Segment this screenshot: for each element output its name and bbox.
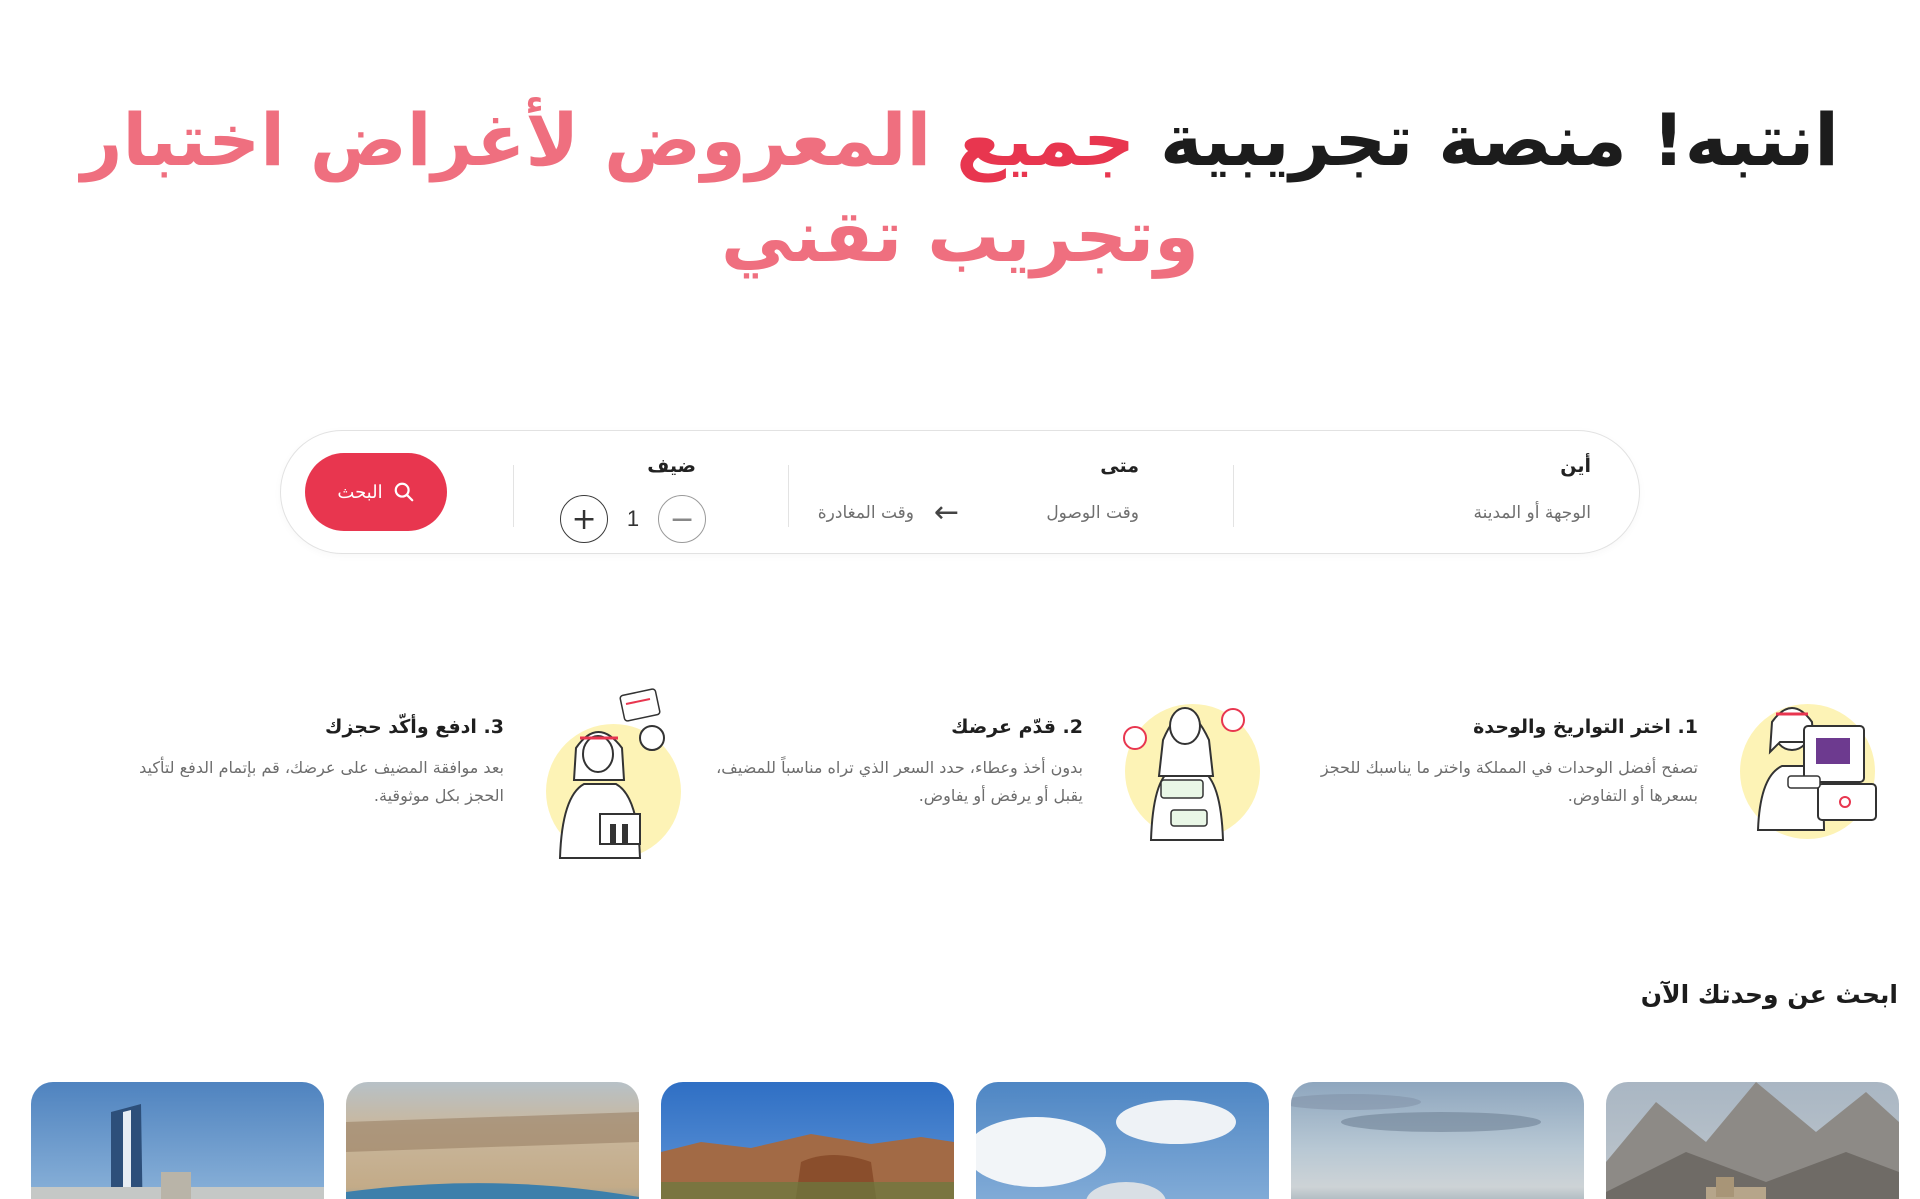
where-label: أين [1560,455,1591,477]
search-bar: أين الوجهة أو المدينة متى وقت الوصول ← و… [280,430,1640,554]
city-card[interactable] [661,1082,954,1199]
step-1-text: 1. اختر التواريخ والوحدة تصفح أفضل الوحد… [1298,716,1698,810]
arrival-time-input[interactable]: وقت الوصول [1046,503,1139,523]
step-make-offer: 2. قدّم عرضك بدون أخذ وعطاء، حدد السعر ا… [685,680,1265,880]
minus-icon: − [669,501,695,537]
divider [788,465,789,527]
step-2-description: بدون أخذ وعطاء، حدد السعر الذي تراه مناس… [716,758,1083,805]
guest-stepper: − 1 + [560,495,706,543]
city-card[interactable] [346,1082,639,1199]
step-3-title: 3. ادفع وأكّد حجزك [325,716,504,738]
step-2-title: 2. قدّم عرضك [951,716,1083,738]
search-button[interactable]: البحث [305,453,447,531]
step-3-text: 3. ادفع وأكّد حجزك بعد موافقة المضيف على… [104,716,504,810]
decrement-guest-button[interactable]: − [658,495,706,543]
step-pay-confirm: 3. ادفع وأكّد حجزك بعد موافقة المضيف على… [106,680,686,880]
hero-heading-part2: جميع [956,98,1135,182]
destination-input[interactable]: الوجهة أو المدينة [1473,503,1591,523]
city-card[interactable] [1291,1082,1584,1199]
step-choose-dates: 1. اختر التواريخ والوحدة تصفح أفضل الوحد… [1300,680,1880,880]
guest-field: ضيف − 1 + [514,431,784,555]
step-1-description: تصفح أفضل الوحدات في المملكة واختر ما ين… [1320,758,1698,805]
hero-heading-part1: انتبه! منصة تجريبية [1160,98,1839,182]
city-card[interactable] [31,1082,324,1199]
find-unit-heading: ابحث عن وحدتك الآن [1640,980,1898,1009]
when-label: متى [1100,455,1139,477]
when-field[interactable]: متى وقت الوصول ← وقت المغادرة [789,431,1234,555]
guest-label: ضيف [647,455,696,477]
arrow-left-icon: ← [933,495,959,530]
search-icon [394,482,413,502]
increment-guest-button[interactable]: + [560,495,608,543]
city-card[interactable] [976,1082,1269,1199]
step-2-illustration [1105,680,1265,870]
step-1-title: 1. اختر التواريخ والوحدة [1473,716,1698,738]
departure-time-input[interactable]: وقت المغادرة [818,503,914,523]
divider [513,465,514,527]
city-card[interactable] [1606,1082,1899,1199]
plus-icon: + [571,501,597,537]
guest-count: 1 [626,506,640,531]
step-3-description: بعد موافقة المضيف على عرضك، قم بإتمام ال… [139,758,504,805]
step-2-text: 2. قدّم عرضك بدون أخذ وعطاء، حدد السعر ا… [683,716,1083,810]
city-cards [31,1082,1900,1199]
hero-heading: انتبه! منصة تجريبية جميع المعروض لأغراض … [40,92,1880,284]
search-button-label: البحث [337,481,383,502]
step-1-illustration [1720,680,1880,870]
how-it-works: 1. اختر التواريخ والوحدة تصفح أفضل الوحد… [60,680,1880,880]
step-3-illustration [526,680,686,870]
where-field[interactable]: أين الوجهة أو المدينة [1239,431,1639,555]
